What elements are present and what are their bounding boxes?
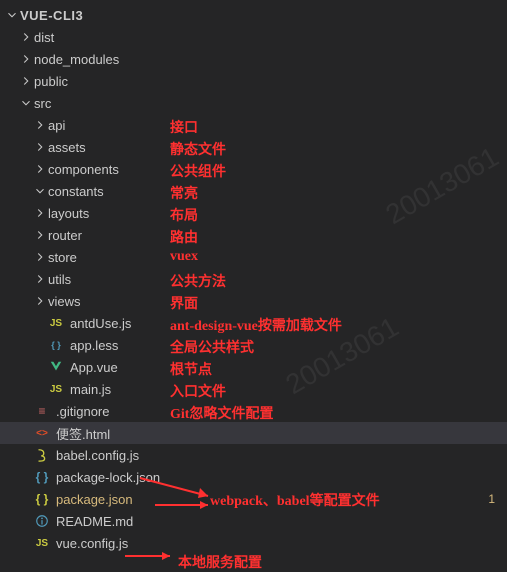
item-label: views [48,294,81,309]
file-item[interactable]: { } package.json 1 [0,488,507,510]
item-label: package-lock.json [56,470,160,485]
file-item[interactable]: babel.config.js [0,444,507,466]
folder-item[interactable]: utils [0,268,507,290]
file-vue-icon [48,359,64,375]
chevron-icon [4,7,20,23]
folder-item[interactable]: api [0,114,507,136]
item-label: VUE-CLI3 [20,8,83,23]
annotation-local-server: 本地服务配置 [178,552,262,572]
chevron-icon [32,271,48,287]
folder-item[interactable]: constants [0,180,507,202]
item-label: babel.config.js [56,448,139,463]
file-js-icon: JS [34,535,50,551]
item-label: dist [34,30,54,45]
file-ignore-icon: ≡ [34,403,50,419]
item-label: README.md [56,514,133,529]
item-label: constants [48,184,104,199]
item-label: layouts [48,206,89,221]
file-item[interactable]: JS antdUse.js [0,312,507,334]
file-braces-blue-icon: { } [34,469,50,485]
file-explorer-tree: VUE-CLI3 dist node_modulespublic src api asse… [0,0,507,554]
file-js-icon: JS [48,315,64,331]
file-item[interactable]: README.md [0,510,507,532]
item-label: vue.config.js [56,536,128,551]
folder-item[interactable]: src [0,92,507,114]
chevron-icon [32,117,48,133]
item-label: components [48,162,119,177]
folder-item[interactable]: assets [0,136,507,158]
chevron-icon [32,183,48,199]
file-item[interactable]: App.vue [0,356,507,378]
item-label: main.js [70,382,111,397]
file-item[interactable]: JS vue.config.js [0,532,507,554]
file-js-icon: JS [48,381,64,397]
item-label: app.less [70,338,118,353]
folder-item[interactable]: public [0,70,507,92]
item-label: public [34,74,68,89]
chevron-icon [18,51,34,67]
file-item[interactable]: { } package-lock.json [0,466,507,488]
item-label: node_modules [34,52,119,67]
item-label: antdUse.js [70,316,131,331]
file-html-icon: <> [34,425,50,441]
file-info-icon [34,513,50,529]
item-label: src [34,96,51,111]
item-label: router [48,228,82,243]
item-label: api [48,118,65,133]
item-label: 便签.html [56,424,110,443]
file-item[interactable]: { } app.less [0,334,507,356]
chevron-icon [18,29,34,45]
file-babel-icon [34,447,50,463]
item-label: assets [48,140,86,155]
file-less-icon: { } [48,337,64,353]
folder-item[interactable]: router [0,224,507,246]
git-badge: 1 [488,492,495,506]
chevron-icon [32,227,48,243]
file-item[interactable]: JS main.js [0,378,507,400]
item-label: utils [48,272,71,287]
item-label: App.vue [70,360,118,375]
folder-item[interactable]: dist [0,26,507,48]
folder-item[interactable]: store [0,246,507,268]
file-item[interactable]: <> 便签.html [0,422,507,444]
file-item[interactable]: ≡ .gitignore [0,400,507,422]
folder-item[interactable]: components [0,158,507,180]
file-braces-icon: { } [34,491,50,507]
folder-item[interactable]: node_modules [0,48,507,70]
chevron-icon [18,95,34,111]
item-label: .gitignore [56,404,109,419]
item-label: package.json [56,492,133,507]
chevron-icon [32,161,48,177]
chevron-icon [32,205,48,221]
chevron-icon [32,249,48,265]
folder-item[interactable]: views [0,290,507,312]
chevron-icon [32,293,48,309]
folder-item[interactable]: layouts [0,202,507,224]
chevron-icon [32,139,48,155]
tree-root[interactable]: VUE-CLI3 [0,4,507,26]
item-label: store [48,250,77,265]
chevron-icon [18,73,34,89]
